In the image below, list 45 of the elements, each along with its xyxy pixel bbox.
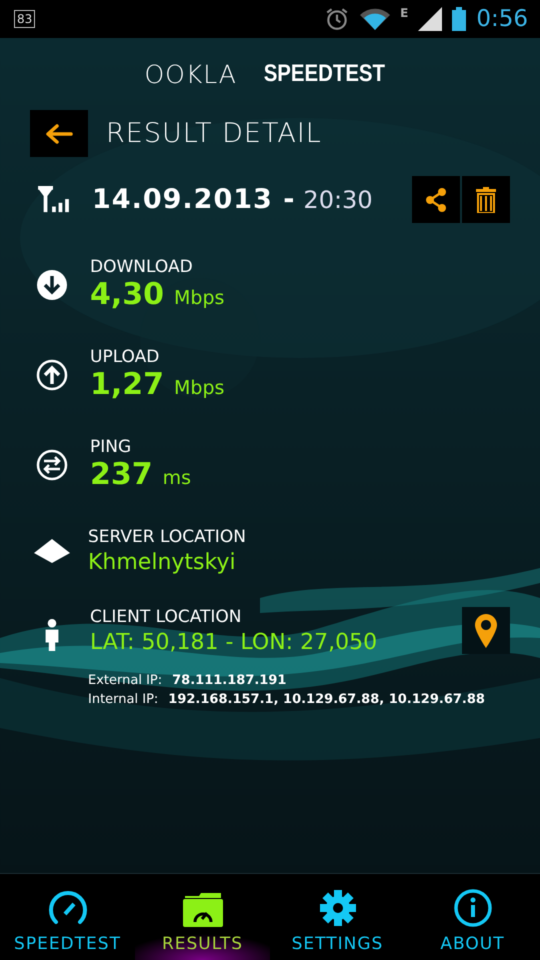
metric-label: PING bbox=[90, 437, 132, 457]
logo-brand: OOKLA bbox=[144, 60, 237, 88]
back-button[interactable] bbox=[30, 110, 88, 157]
metric-unit: Mbps bbox=[174, 377, 224, 399]
share-button[interactable] bbox=[412, 176, 460, 223]
delete-button[interactable] bbox=[462, 176, 510, 223]
logo-product: SPEEDTEST bbox=[264, 60, 385, 88]
metric-unit: Mbps bbox=[174, 287, 224, 309]
upload-icon bbox=[36, 359, 68, 391]
ip-value: 78.111.187.191 bbox=[172, 673, 286, 688]
nav-tab[interactable]: SPEEDTEST bbox=[0, 874, 135, 960]
metric-label: DOWNLOAD bbox=[90, 257, 194, 277]
share-icon bbox=[424, 186, 448, 212]
download-icon bbox=[36, 269, 68, 301]
metric-label: UPLOAD bbox=[90, 347, 160, 367]
alarm-icon bbox=[324, 6, 350, 32]
back-arrow-icon bbox=[45, 124, 73, 144]
trash-icon bbox=[476, 186, 496, 212]
location-label: SERVER LOCATION bbox=[88, 527, 246, 547]
ip-value: 192.168.157.1, 10.129.67.88, 10.129.67.88 bbox=[168, 692, 485, 707]
metric-value: 1,27 bbox=[90, 367, 164, 403]
location-value: Khmelnytskyi bbox=[88, 549, 237, 577]
location-label: CLIENT LOCATION bbox=[90, 607, 243, 627]
cell-signal-icon bbox=[36, 186, 70, 214]
signal-icon bbox=[418, 7, 442, 31]
metric-value: 4,30 bbox=[90, 277, 164, 313]
clock: 0:56 bbox=[476, 6, 528, 32]
ping-icon bbox=[36, 449, 68, 481]
nav-tab[interactable]: ABOUT bbox=[405, 874, 540, 960]
pyramid-icon bbox=[34, 539, 70, 563]
location-value: LAT: 50,181 - LON: 27,050 bbox=[90, 629, 378, 657]
metric-unit: ms bbox=[162, 467, 192, 489]
metric-value: 237 bbox=[90, 457, 153, 493]
result-time: 20:30 bbox=[303, 186, 373, 214]
screen-title: RESULT DETAIL bbox=[106, 118, 322, 149]
map-button[interactable] bbox=[462, 607, 510, 654]
battery-icon bbox=[452, 7, 466, 31]
ip-label: Internal IP: bbox=[88, 692, 158, 707]
result-date: 14.09.2013 - bbox=[92, 184, 296, 215]
map-pin-icon bbox=[475, 614, 497, 648]
ip-label: External IP: bbox=[88, 673, 162, 688]
wifi-icon bbox=[360, 8, 390, 30]
notification-icon: 83 bbox=[14, 10, 36, 28]
network-type: E bbox=[400, 6, 408, 20]
nav-tab[interactable]: SETTINGS bbox=[270, 874, 405, 960]
